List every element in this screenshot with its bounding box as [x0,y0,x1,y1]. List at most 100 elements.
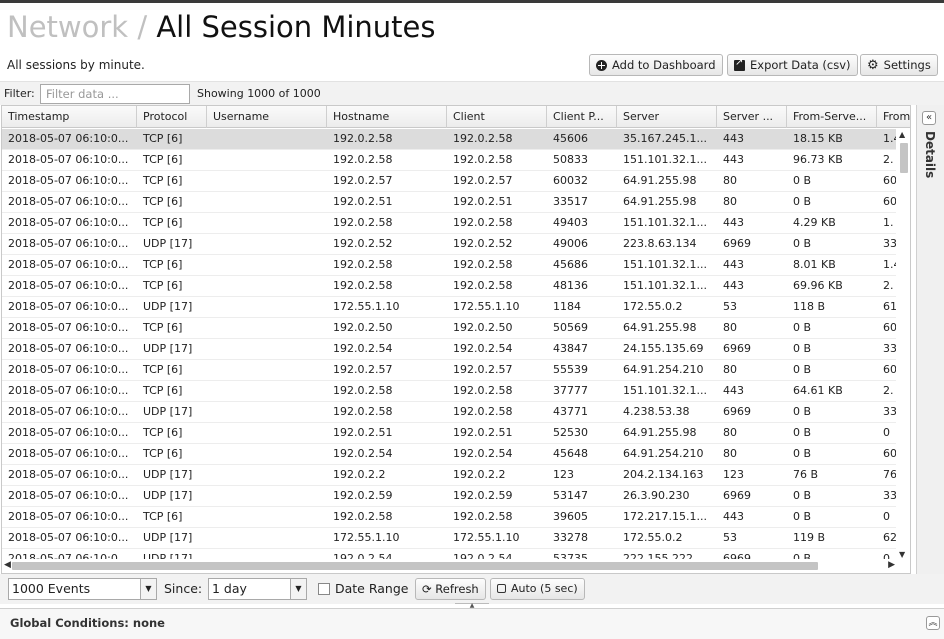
table-cell: UDP [17] [143,237,193,250]
column-header[interactable]: From-Serve... [787,106,877,128]
table-cell: 2018-05-07 06:10:0... [8,132,129,145]
table-cell: 192.0.2.51 [453,426,513,439]
table-cell: 64.91.255.98 [623,426,697,439]
scroll-left-icon[interactable]: ◀ [4,560,11,570]
top-border [0,0,944,3]
table-row[interactable]: 2018-05-07 06:10:0... TCP [6] 192.0.2.54 19… [2,444,897,465]
table-cell: 55539 [553,363,588,376]
column-header[interactable]: Timestamp [2,106,137,128]
table-cell [207,318,327,339]
table-row[interactable]: 2018-05-07 06:10:0... UDP [17] 172.55.1.10… [2,528,897,549]
table-cell: TCP [6] [143,321,183,334]
table-row[interactable]: 2018-05-07 06:10:0... TCP [6] 192.0.2.51 19… [2,423,897,444]
table-row[interactable]: 2018-05-07 06:10:0... TCP [6] 192.0.2.57 19… [2,171,897,192]
table-cell: 18.15 KB [793,132,843,145]
table-row[interactable]: 2018-05-07 06:10:0... TCP [6] 192.0.2.58 19… [2,255,901,276]
table-row[interactable]: 2018-05-07 06:10:0... TCP [6] 192.0.2.58 19… [2,276,897,297]
table-cell: 172.55.0.2 [623,300,683,313]
table-row[interactable]: 2018-05-07 06:10:0... TCP [6] 192.0.2.51 19… [2,192,897,213]
date-range-checkbox[interactable] [318,583,330,595]
refresh-button[interactable]: ⟳ Refresh [415,578,486,600]
table-cell: 172.55.0.2 [623,531,683,544]
expand-icon[interactable]: ︽ [926,616,940,630]
table-cell [207,465,327,486]
table-cell: 192.0.2.51 [453,195,513,208]
auto-refresh-button[interactable]: Auto (5 sec) [490,578,585,600]
table-cell: 172.55.1.10 [333,300,400,313]
table-row[interactable]: 2018-05-07 06:10:0... UDP [17] 172.55.1.10… [2,297,897,318]
scroll-down-icon[interactable]: ▼ [899,550,905,559]
gear-icon: ⚙ [867,57,879,73]
column-header[interactable]: Username [207,106,327,128]
table-cell: 64.91.254.210 [623,447,704,460]
column-header[interactable]: Hostname [327,106,447,128]
export-csv-label: Export Data (csv) [750,58,851,72]
table-row[interactable]: 2018-05-07 06:10:0... TCP [6] 192.0.2.58 19… [2,150,897,171]
settings-button[interactable]: ⚙ Settings [860,54,938,76]
column-header[interactable]: Protocol [137,106,207,128]
table-row[interactable]: 2018-05-07 06:10:0... TCP [6] 192.0.2.58 19… [2,213,897,234]
table-cell: 53 [723,300,737,313]
table-cell: 64.91.255.98 [623,174,697,187]
table-row[interactable]: 2018-05-07 06:10:0... UDP [17] 192.0.2.52 1… [2,234,897,255]
column-header[interactable]: Client [447,106,547,128]
table-cell: 192.0.2.59 [333,489,393,502]
table-cell: 6969 [723,405,751,418]
table-cell: 192.0.2.51 [333,426,393,439]
table-cell: 192.0.2.50 [333,321,393,334]
export-csv-button[interactable]: Export Data (csv) [727,54,858,76]
table-row[interactable]: 2018-05-07 06:10:0... UDP [17] 192.0.2.59 1… [2,486,897,507]
table-cell: TCP [6] [143,132,183,145]
horizontal-scrollbar[interactable]: ◀ ▶ [2,559,897,573]
table-cell [207,150,327,171]
table-cell: TCP [6] [143,174,183,187]
table-cell: 43847 [553,342,588,355]
table-cell: 0 B [793,405,812,418]
table-cell: 2018-05-07 06:10:0... [8,300,129,313]
table-cell: 443 [723,132,744,145]
table-row[interactable]: 2018-05-07 06:10:0... TCP [6] 192.0.2.58 19… [2,129,901,150]
table-row[interactable]: 2018-05-07 06:10:0... UDP [17] 192.0.2.2 19… [2,465,897,486]
add-to-dashboard-button[interactable]: Add to Dashboard [589,54,723,76]
table-row[interactable]: 2018-05-07 06:10:0... TCP [6] 192.0.2.50 19… [2,318,897,339]
table-cell: 2018-05-07 06:10:0... [8,279,129,292]
global-conditions-bar[interactable]: Global Conditions: none ︽ [0,608,944,639]
horizontal-scroll-thumb[interactable] [12,562,818,570]
collapse-details-icon[interactable]: « [922,111,936,125]
table-cell: TCP [6] [143,447,183,460]
table-cell [207,339,327,360]
global-conditions-text: Global Conditions: none [10,616,165,630]
scroll-up-icon[interactable]: ▲ [899,130,905,139]
column-header[interactable]: Server ... [717,106,787,128]
table-cell: 192.0.2.52 [333,237,393,250]
showing-count: Showing 1000 of 1000 [197,87,321,100]
since-select[interactable]: 1 day ▼ [208,578,307,600]
table-cell: 48136 [553,279,588,292]
table-cell: 192.0.2.58 [453,510,513,523]
table-cell [207,423,327,444]
table-row[interactable]: 2018-05-07 06:10:0... TCP [6] 192.0.2.58 19… [2,381,897,402]
table-cell: 192.0.2.58 [453,258,513,271]
vertical-scrollbar[interactable]: ▲ ▼ [896,129,910,559]
table-cell [207,234,327,255]
column-header[interactable]: Server [617,106,717,128]
breadcrumb-network[interactable]: Network [7,10,128,44]
details-panel[interactable]: « Details [916,105,944,574]
column-header[interactable]: From [877,106,910,128]
filter-input[interactable] [40,84,190,104]
table-row[interactable]: 2018-05-07 06:10:0... TCP [6] 192.0.2.57 19… [2,360,897,381]
table-cell: 8.01 KB [793,258,836,271]
vertical-scroll-thumb[interactable] [900,143,908,173]
table-row[interactable]: 2018-05-07 06:10:0... TCP [6] 192.0.2.58 19… [2,507,897,528]
scroll-right-icon[interactable]: ▶ [888,560,895,570]
table-row[interactable]: 2018-05-07 06:10:0... UDP [17] 192.0.2.54 1… [2,339,897,360]
table-cell: 443 [723,258,744,271]
table-cell: 2018-05-07 06:10:0... [8,468,129,481]
since-select-value: 1 day [212,581,247,596]
table-cell [207,360,327,381]
table-cell: 192.0.2.58 [333,384,393,397]
table-row[interactable]: 2018-05-07 06:10:0... UDP [17] 192.0.2.58 1… [2,402,897,423]
table-cell: 50569 [553,321,588,334]
events-select[interactable]: 1000 Events ▼ [8,578,157,600]
column-header[interactable]: Client P... [547,106,617,128]
